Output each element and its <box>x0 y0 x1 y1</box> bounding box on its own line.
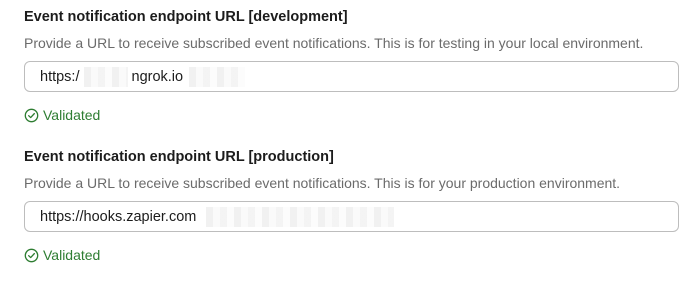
event-notification-settings: Event notification endpoint URL [develop… <box>0 0 690 287</box>
dev-validated-label: Validated <box>43 107 101 123</box>
dev-endpoint-title: Event notification endpoint URL [develop… <box>24 9 348 25</box>
dev-url-prefix: https:/ <box>40 68 80 85</box>
dev-endpoint-section: Event notification endpoint URL [develop… <box>24 8 679 124</box>
prod-validated-label: Validated <box>43 247 101 263</box>
redacted-segment <box>83 66 128 87</box>
dev-endpoint-url-input[interactable]: https:/ ngrok.io <box>24 61 679 92</box>
dev-validated-status: Validated <box>24 107 664 124</box>
check-circle-icon <box>24 248 39 263</box>
prod-url-prefix: https://hooks.zapier.com <box>40 208 197 225</box>
prod-endpoint-url-input[interactable]: https://hooks.zapier.com <box>24 201 679 232</box>
redacted-segment <box>206 206 395 227</box>
dev-endpoint-description: Provide a URL to receive subscribed even… <box>24 35 644 51</box>
prod-endpoint-title: Event notification endpoint URL [product… <box>24 149 334 165</box>
dev-url-suffix: ngrok.io <box>131 68 184 85</box>
prod-endpoint-section: Event notification endpoint URL [product… <box>24 148 679 264</box>
check-circle-icon <box>24 108 39 123</box>
prod-endpoint-description: Provide a URL to receive subscribed even… <box>24 175 621 191</box>
redacted-segment <box>189 66 246 87</box>
prod-validated-status: Validated <box>24 247 664 264</box>
